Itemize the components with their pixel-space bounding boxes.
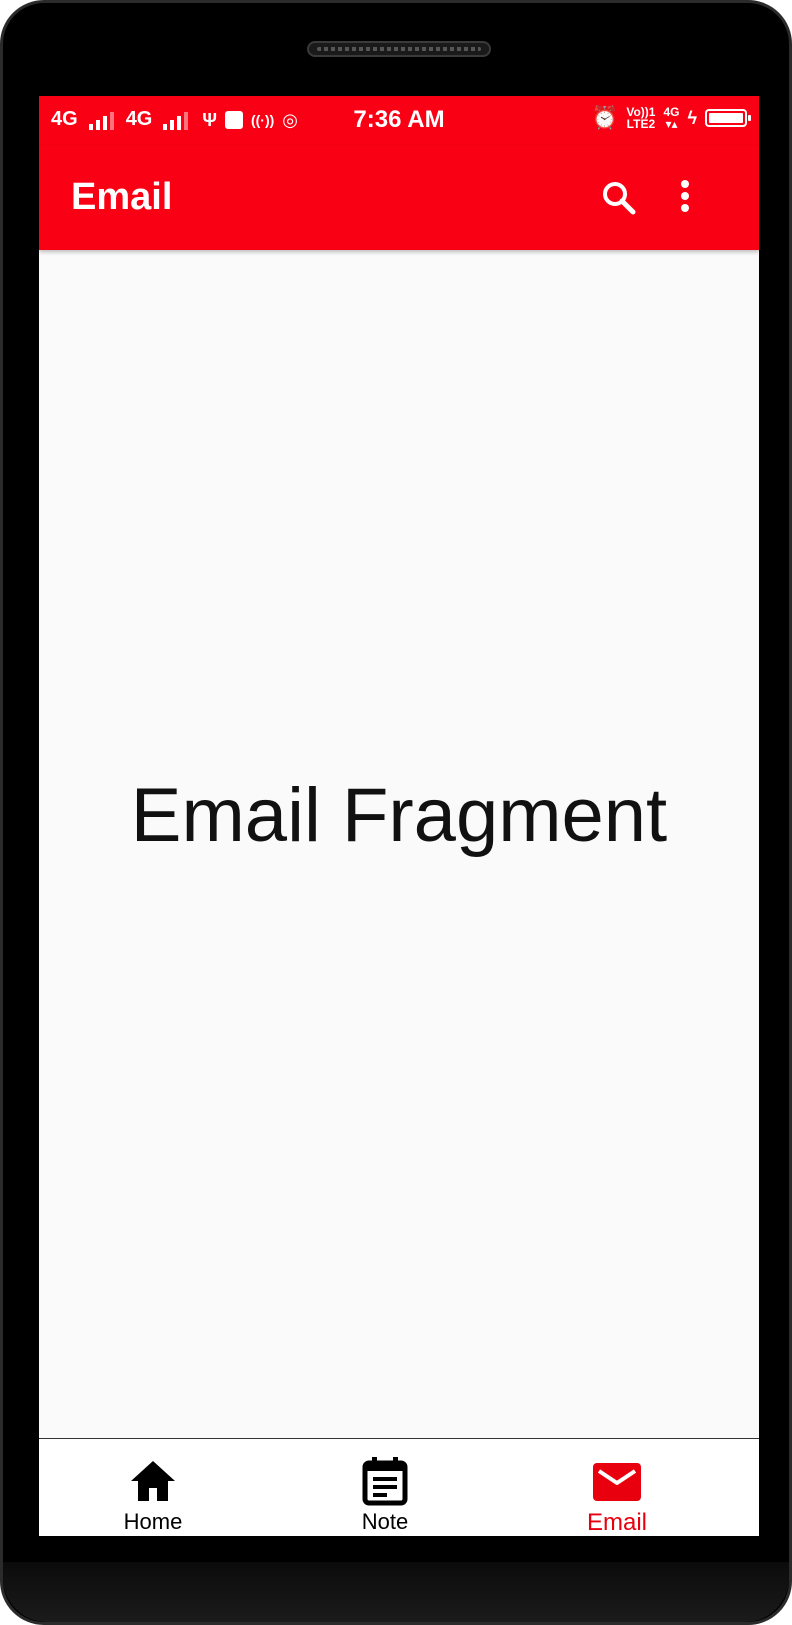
search-button[interactable] xyxy=(595,174,643,222)
volte-indicator: Vo))1 LTE2 xyxy=(626,106,655,130)
status-bar: 4G 4G Ψ ((·)) ◎ 7:36 AM ⏰ Vo))1 LTE2 4G … xyxy=(39,96,759,146)
overflow-menu-button[interactable] xyxy=(661,174,709,222)
charging-icon: ϟ xyxy=(687,108,697,128)
status-right-group: ⏰ Vo))1 LTE2 4G ▾▴ ϟ xyxy=(590,105,751,131)
phone-frame: 4G 4G Ψ ((·)) ◎ 7:36 AM ⏰ Vo))1 LTE2 4G … xyxy=(0,0,792,1625)
page-title: Email xyxy=(71,176,173,218)
fragment-container: Email Fragment xyxy=(39,250,759,1438)
app-bar: Email xyxy=(39,146,759,250)
search-icon xyxy=(603,182,636,215)
fragment-label: Email Fragment xyxy=(130,773,668,858)
battery-icon xyxy=(705,109,751,127)
volte-line-2: LTE2 xyxy=(626,117,656,131)
nav-label-email: Email xyxy=(586,1509,647,1536)
nav-item-note[interactable]: Note xyxy=(285,1439,485,1536)
earpiece-speaker xyxy=(307,41,491,57)
data-type-indicator: 4G ▾▴ xyxy=(663,105,680,131)
nav-label-note: Note xyxy=(361,1509,409,1534)
more-vertical-icon xyxy=(681,180,689,212)
nav-item-email[interactable]: Email xyxy=(517,1439,717,1536)
phone-chin xyxy=(3,1562,789,1622)
alarm-icon: ⏰ xyxy=(590,105,619,130)
email-icon xyxy=(593,1463,641,1501)
nav-item-home[interactable]: Home xyxy=(53,1439,253,1536)
home-icon xyxy=(131,1461,175,1501)
note-icon xyxy=(362,1457,408,1506)
nav-label-home: Home xyxy=(123,1509,183,1534)
device-screen: 4G 4G Ψ ((·)) ◎ 7:36 AM ⏰ Vo))1 LTE2 4G … xyxy=(39,96,759,1536)
bottom-navigation: Home Note Email xyxy=(39,1438,759,1536)
data-type-label: 4G xyxy=(663,105,680,119)
